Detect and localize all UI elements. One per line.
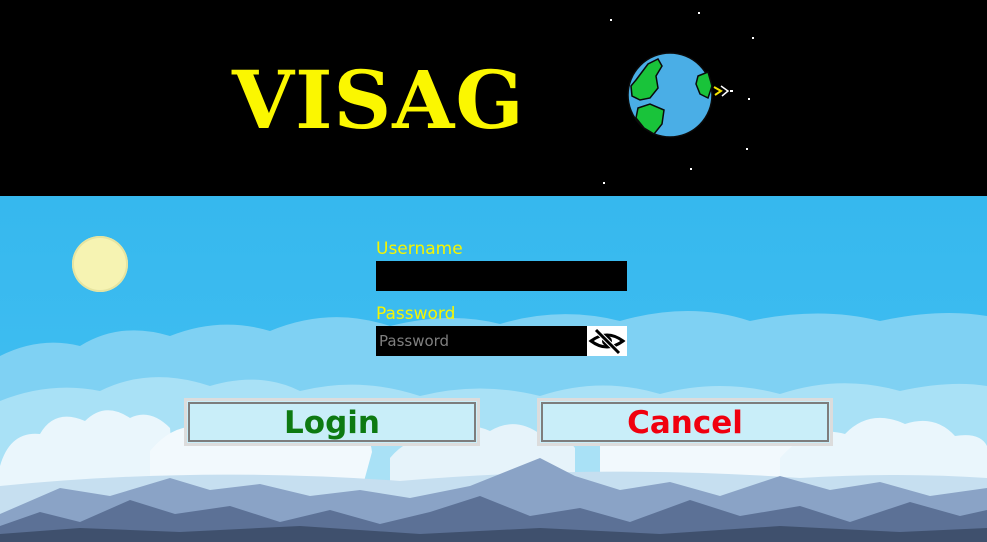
login-button[interactable]: Login — [184, 398, 480, 446]
username-input[interactable] — [376, 261, 627, 291]
password-input[interactable] — [376, 326, 587, 356]
space-banner: VISAG — [0, 0, 987, 196]
star — [748, 98, 750, 100]
star — [752, 37, 754, 39]
star — [603, 182, 605, 184]
star — [690, 168, 692, 170]
sparkle-icon — [713, 85, 733, 97]
username-label: Username — [376, 239, 463, 259]
globe-icon — [627, 52, 713, 138]
clouds-and-mountains — [0, 311, 987, 542]
sky-background — [0, 196, 987, 542]
eye-slash-icon — [588, 328, 626, 355]
cancel-button-label: Cancel — [627, 405, 743, 441]
password-label: Password — [376, 304, 456, 324]
star — [610, 19, 612, 21]
star — [746, 148, 748, 150]
password-visibility-toggle[interactable] — [587, 326, 627, 356]
star — [698, 12, 700, 14]
cancel-button[interactable]: Cancel — [537, 398, 833, 446]
app-title: VISAG — [232, 53, 525, 147]
login-button-label: Login — [284, 405, 380, 441]
